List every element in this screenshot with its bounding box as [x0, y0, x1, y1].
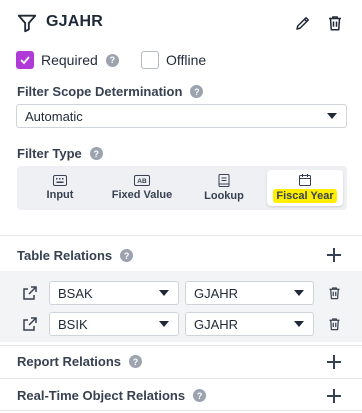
- filter-type-label: Filter Type: [17, 146, 82, 161]
- delete-button[interactable]: [326, 14, 344, 32]
- open-external-icon[interactable]: [22, 285, 38, 301]
- table-select-value: BSIK: [58, 316, 88, 332]
- required-checkbox[interactable]: [16, 51, 34, 69]
- help-icon[interactable]: ?: [89, 147, 103, 160]
- offline-checkbox[interactable]: [141, 51, 159, 69]
- filter-type-input-label: Input: [46, 189, 74, 201]
- chevron-down-icon: [327, 113, 337, 119]
- filter-type-label-row: Filter Type ?: [17, 146, 103, 161]
- book-icon: [218, 174, 230, 187]
- chevron-down-icon: [159, 290, 169, 296]
- help-icon[interactable]: ?: [129, 355, 143, 368]
- divider: [0, 345, 362, 346]
- help-icon[interactable]: ?: [193, 389, 207, 402]
- filter-icon: [17, 14, 37, 33]
- filter-type-segmented-control: Input AB Fixed Value Lookup Fiscal Year: [17, 166, 347, 210]
- add-table-relation-button[interactable]: [327, 248, 341, 262]
- open-external-icon[interactable]: [22, 316, 38, 332]
- table-select-value: BSAK: [58, 285, 93, 301]
- table-relations-list: BSAK GJAHR BSIK GJAHR: [0, 271, 362, 342]
- table-select[interactable]: BSIK: [49, 312, 179, 336]
- remove-relation-button[interactable]: [327, 285, 342, 301]
- ab-icon: AB: [134, 175, 150, 186]
- field-select-value: GJAHR: [194, 316, 239, 332]
- scope-select[interactable]: Automatic: [16, 104, 347, 128]
- keyboard-icon: [53, 175, 67, 186]
- required-option: Required ?: [16, 50, 119, 70]
- scope-label: Filter Scope Determination: [17, 84, 183, 99]
- filter-type-fixed-value-label: Fixed Value: [111, 189, 173, 201]
- chevron-down-icon: [294, 321, 304, 327]
- filter-type-lookup-label: Lookup: [204, 190, 244, 202]
- table-relations-label: Table Relations: [17, 248, 113, 263]
- chevron-down-icon: [159, 321, 169, 327]
- check-icon: [20, 56, 30, 65]
- field-select-value: GJAHR: [194, 285, 239, 301]
- help-icon[interactable]: ?: [120, 249, 134, 262]
- filter-type-lookup[interactable]: Lookup: [185, 170, 263, 206]
- required-label: Required: [41, 52, 98, 68]
- divider: [0, 410, 362, 411]
- help-icon[interactable]: ?: [190, 85, 204, 98]
- filter-type-fiscal-year[interactable]: Fiscal Year: [267, 170, 343, 206]
- field-select[interactable]: GJAHR: [185, 312, 314, 336]
- report-relations-header: Report Relations ?: [17, 354, 143, 369]
- filter-title: GJAHR: [46, 13, 104, 30]
- filter-type-fixed-value[interactable]: AB Fixed Value: [103, 170, 181, 206]
- edit-button[interactable]: [294, 14, 312, 32]
- table-relations-header: Table Relations ?: [17, 248, 134, 263]
- add-report-relation-button[interactable]: [327, 355, 341, 369]
- divider: [0, 235, 362, 236]
- add-realtime-relation-button[interactable]: [327, 389, 341, 403]
- realtime-relations-label: Real-Time Object Relations: [17, 388, 186, 403]
- chevron-down-icon: [294, 290, 304, 296]
- realtime-relations-header: Real-Time Object Relations ?: [17, 388, 207, 403]
- calendar-icon: [299, 173, 311, 186]
- filter-type-input[interactable]: Input: [21, 170, 99, 206]
- report-relations-label: Report Relations: [17, 354, 122, 369]
- divider: [0, 378, 362, 379]
- offline-label: Offline: [166, 52, 207, 68]
- scope-value: Automatic: [25, 108, 83, 124]
- panel-header: GJAHR: [0, 0, 362, 46]
- scope-label-row: Filter Scope Determination ?: [17, 84, 204, 99]
- svg-text:AB: AB: [137, 178, 147, 185]
- offline-option: Offline: [141, 50, 206, 70]
- table-select[interactable]: BSAK: [49, 281, 179, 305]
- remove-relation-button[interactable]: [327, 316, 342, 332]
- filter-type-fiscal-year-label: Fiscal Year: [273, 188, 337, 203]
- help-icon[interactable]: ?: [105, 53, 119, 67]
- field-select[interactable]: GJAHR: [185, 281, 314, 305]
